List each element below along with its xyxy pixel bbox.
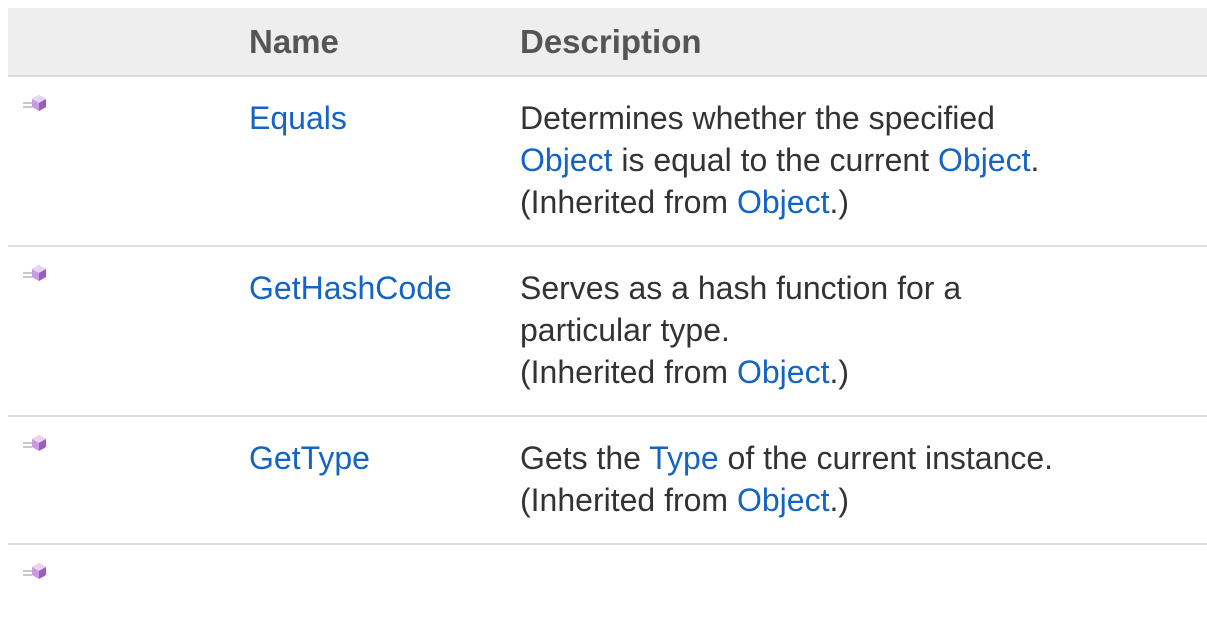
- public-method-icon: [22, 93, 48, 115]
- type-link[interactable]: Type: [649, 440, 718, 476]
- table-row: Equals Determines whether the specified …: [8, 76, 1207, 247]
- name-cell: Equals: [239, 76, 520, 247]
- table-row: [8, 544, 1207, 627]
- description-line: Object is equal to the current Object.: [520, 139, 1207, 181]
- description-cell: Gets the Type of the current instance. (…: [520, 416, 1207, 545]
- header-name: Name: [239, 8, 520, 77]
- inherited-suffix: .): [829, 354, 849, 390]
- inherited-note: (Inherited from Object.): [520, 181, 1207, 223]
- method-link-equals[interactable]: Equals: [249, 100, 347, 136]
- icon-cell: [8, 246, 239, 417]
- description-text: .: [1030, 142, 1040, 178]
- name-cell: [239, 544, 520, 627]
- object-link[interactable]: Object: [737, 482, 829, 518]
- object-link[interactable]: Object: [737, 184, 829, 220]
- description-cell: [520, 544, 1207, 627]
- table-row: GetType Gets the Type of the current ins…: [8, 416, 1207, 545]
- icon-cell: [8, 76, 239, 247]
- header-icon-cell: [8, 8, 239, 77]
- inherited-note: (Inherited from Object.): [520, 479, 1207, 521]
- public-method-icon: [22, 263, 48, 285]
- name-cell: GetHashCode: [239, 246, 520, 417]
- description-text: is equal to the current: [612, 142, 938, 178]
- inherited-prefix: (Inherited from: [520, 482, 737, 518]
- methods-table: Name Description Equals Determines wheth…: [8, 8, 1207, 627]
- description-text: of the current instance.: [718, 440, 1054, 476]
- table-header-row: Name Description: [8, 8, 1207, 77]
- icon-cell: [8, 416, 239, 545]
- description-text: Gets the: [520, 440, 650, 476]
- object-link[interactable]: Object: [938, 142, 1030, 178]
- description-cell: Determines whether the specified Object …: [520, 76, 1207, 247]
- inherited-suffix: .): [829, 482, 849, 518]
- description-line: Gets the Type of the current instance.: [520, 437, 1207, 479]
- inherited-prefix: (Inherited from: [520, 354, 737, 390]
- description-line: Serves as a hash function for a: [520, 270, 962, 306]
- method-link-gettype[interactable]: GetType: [249, 440, 370, 476]
- description-line: particular type.: [520, 312, 730, 348]
- public-method-icon: [22, 433, 48, 455]
- header-description: Description: [520, 8, 1207, 77]
- object-link[interactable]: Object: [737, 354, 829, 390]
- table-row: GetHashCode Serves as a hash function fo…: [8, 246, 1207, 417]
- name-cell: GetType: [239, 416, 520, 545]
- description-line: Determines whether the specified: [520, 100, 995, 136]
- object-link[interactable]: Object: [520, 142, 612, 178]
- icon-cell: [8, 544, 239, 627]
- method-link-gethashcode[interactable]: GetHashCode: [249, 270, 452, 306]
- inherited-suffix: .): [829, 184, 849, 220]
- description-cell: Serves as a hash function for a particul…: [520, 246, 1207, 417]
- public-method-icon: [22, 561, 48, 583]
- inherited-note: (Inherited from Object.): [520, 351, 1207, 393]
- inherited-prefix: (Inherited from: [520, 184, 737, 220]
